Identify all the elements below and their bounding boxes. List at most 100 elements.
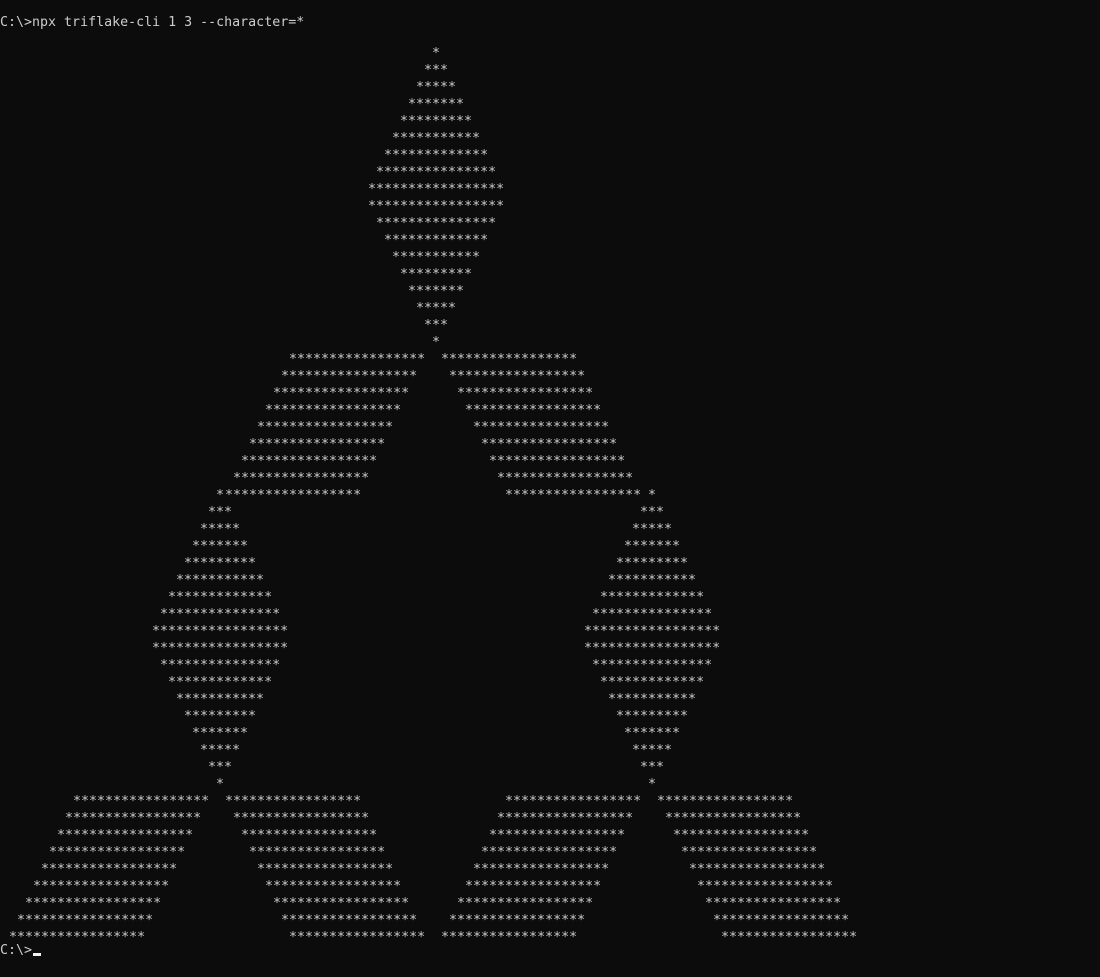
output-row: *********	[184, 556, 257, 571]
output-row: *****************	[257, 862, 394, 877]
output-row: ***********	[608, 573, 697, 588]
output-row: *****************	[584, 624, 721, 639]
output-row: ***	[208, 505, 233, 520]
output-row: *****************	[249, 437, 386, 452]
output-row: *******	[192, 539, 249, 554]
output-row: ***************	[592, 658, 713, 673]
output-row: *	[216, 777, 225, 792]
output-row: ***	[424, 63, 449, 78]
output-row: *****************	[505, 488, 642, 503]
output-row: *****************	[497, 471, 634, 486]
output-row: *****************	[273, 386, 410, 401]
output-row: *****************	[49, 845, 186, 860]
output-row: *****************	[713, 913, 850, 928]
output-row: *****************	[368, 199, 505, 214]
output-row: *****************	[152, 641, 289, 656]
output-row: *****************	[17, 913, 154, 928]
output-row: *****	[416, 80, 457, 95]
output-row: ***	[208, 760, 233, 775]
output-row: *************	[168, 590, 273, 605]
output-row: *****************	[257, 420, 394, 435]
output-row: *****************	[681, 845, 818, 860]
output-row: *****	[632, 743, 673, 758]
output-row: ***************	[160, 658, 281, 673]
text-cursor	[33, 953, 42, 956]
output-row: ***	[640, 760, 665, 775]
output-row: *******	[624, 726, 681, 741]
output-row: *****************	[281, 913, 418, 928]
terminal-window[interactable]: C:\>npx triflake-cli 1 3 --character=* *…	[0, 0, 1100, 977]
output-row: *****************	[657, 794, 794, 809]
output-row: *****************	[241, 828, 378, 843]
output-row: ***************	[160, 607, 281, 622]
output-row: ***********	[392, 131, 481, 146]
output-row: *****************	[449, 913, 586, 928]
output-row: *****************	[721, 930, 858, 945]
output-row: *******	[192, 726, 249, 741]
output-row: *****************	[225, 488, 362, 503]
output-row: *****************	[705, 896, 842, 911]
output-row: ***************	[376, 165, 497, 180]
current-prompt-line[interactable]: C:\>	[0, 942, 42, 959]
output-row: *****************	[73, 794, 210, 809]
output-row: *******	[624, 539, 681, 554]
output-row: *****	[200, 743, 241, 758]
output-row: *	[648, 777, 657, 792]
output-row: *****************	[481, 845, 618, 860]
output-row: *****	[632, 522, 673, 537]
output-row: *******	[408, 97, 465, 112]
output-row: *****************	[289, 930, 426, 945]
output-row: ***************	[592, 607, 713, 622]
prompt: C:\>	[0, 943, 33, 958]
output-row: *****************	[273, 896, 410, 911]
output-row: *****************	[368, 182, 505, 197]
output-row: *****************	[449, 369, 586, 384]
output-row: *****	[416, 301, 457, 316]
output-row: *****************	[473, 862, 610, 877]
output-row: *********	[616, 709, 689, 724]
output-row: *****************	[697, 879, 834, 894]
output-row: *****************	[289, 352, 426, 367]
output-row: *****************	[465, 879, 602, 894]
output-row: *****************	[489, 828, 626, 843]
output-row: *****************	[233, 811, 370, 826]
output-row: *****************	[497, 811, 634, 826]
output-row: *****************	[441, 930, 578, 945]
output-row: ***********	[392, 250, 481, 265]
output-row: *************	[384, 148, 489, 163]
output-row: *****************	[25, 896, 162, 911]
output-row: *************	[168, 675, 273, 690]
output-row: *****************	[57, 828, 194, 843]
output-row: *****************	[265, 879, 402, 894]
output-row: *****************	[673, 828, 810, 843]
output-row: *****************	[249, 845, 386, 860]
output-row: *****************	[457, 896, 594, 911]
output-row: *****************	[152, 624, 289, 639]
output-row: *****************	[233, 471, 370, 486]
output-row: ***************	[376, 216, 497, 231]
output-row: *************	[600, 675, 705, 690]
output-row: *	[432, 46, 441, 61]
output-row: *********	[616, 556, 689, 571]
output-row: *********	[400, 114, 473, 129]
output-row: *****************	[465, 403, 602, 418]
output-row: ***********	[608, 692, 697, 707]
output-row: *************	[600, 590, 705, 605]
output-row: *********	[184, 709, 257, 724]
output-row: *****************	[489, 454, 626, 469]
output-row: *****************	[457, 386, 594, 401]
output-row: *****************	[689, 862, 826, 877]
output-row: *****************	[481, 437, 618, 452]
output-row: *****************	[41, 862, 178, 877]
output-row: ***	[640, 505, 665, 520]
output-row: *****************	[665, 811, 802, 826]
output-row: *	[432, 335, 441, 350]
triflake-output: * *** ***** ******* ********* *********** ****…	[0, 0, 1100, 977]
output-row: *********	[400, 267, 473, 282]
output-row: *****	[200, 522, 241, 537]
output-row: *****************	[33, 879, 170, 894]
output-row: *************	[384, 233, 489, 248]
output-row: *****************	[584, 641, 721, 656]
output-row: *****************	[281, 369, 418, 384]
output-row: ***********	[176, 573, 265, 588]
